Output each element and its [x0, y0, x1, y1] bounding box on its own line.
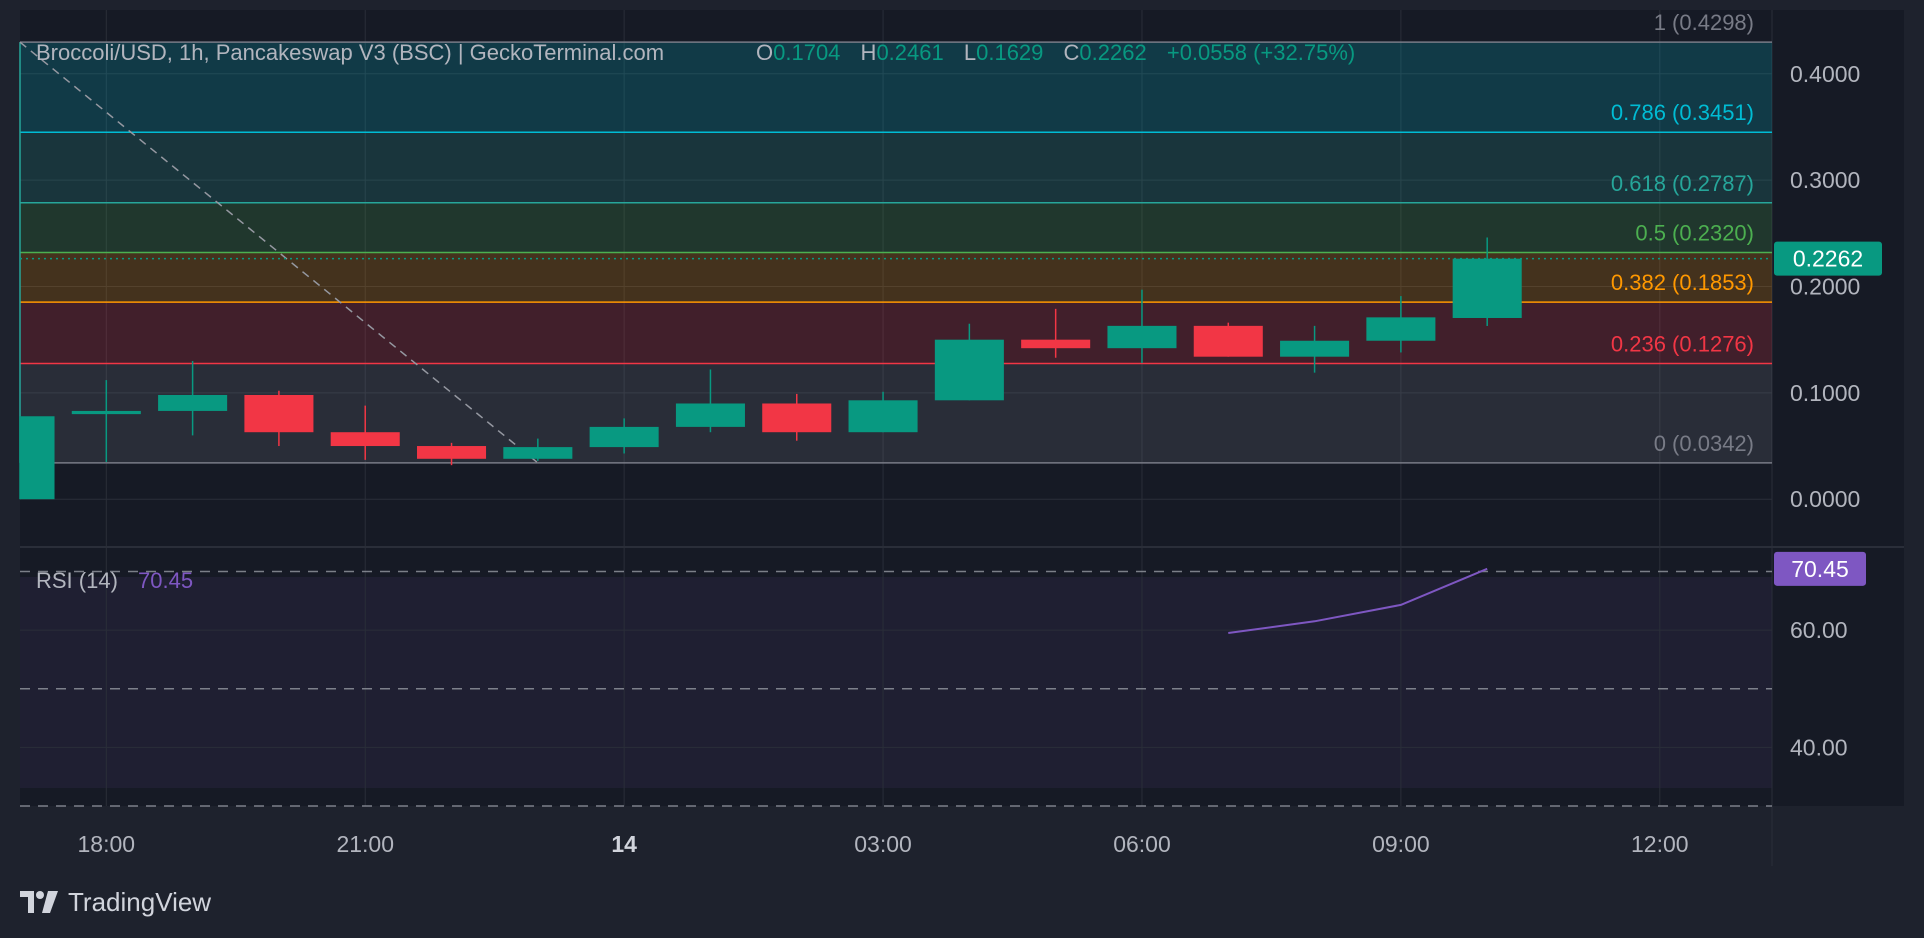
fib-zone — [20, 132, 1772, 203]
fib-level-label: 0 (0.0342) — [1654, 431, 1754, 456]
fib-zone — [20, 202, 1772, 253]
y-tick-label: 0.0000 — [1790, 486, 1860, 512]
rsi-tick-label: 40.00 — [1790, 734, 1848, 760]
candle-body — [330, 432, 400, 447]
tradingview-icon — [20, 889, 60, 915]
fib-level-label: 0.236 (0.1276) — [1611, 332, 1754, 357]
brand-name: TradingView — [68, 886, 212, 917]
y-tick-label: 0.1000 — [1790, 380, 1860, 406]
high-label: H — [861, 40, 877, 65]
candle-body — [1452, 258, 1522, 318]
y-tick-label: 0.2000 — [1790, 274, 1860, 300]
candle-body — [158, 394, 228, 411]
chart-title: Broccoli/USD, 1h, Pancakeswap V3 (BSC) |… — [36, 40, 664, 65]
chart-canvas[interactable]: 1 (0.4298) 0.786 (0.3451) 0.618 (0.2787) 0.… — [0, 0, 1924, 880]
rsi-legend-value: 70.45 — [138, 568, 193, 593]
low-label: L — [964, 40, 976, 65]
y-tick-label: 0.3000 — [1790, 167, 1860, 193]
rsi-title: RSI (14) — [36, 568, 118, 593]
candle-body — [417, 446, 487, 459]
fib-level-label: 0.382 (0.1853) — [1611, 270, 1754, 295]
candle-body — [503, 447, 573, 459]
x-tick-label: 21:00 — [336, 831, 394, 857]
fib-level-label: 0.786 (0.3451) — [1611, 100, 1754, 125]
time-axis-bg — [20, 806, 1904, 866]
candle-body — [1366, 317, 1436, 341]
candle-body — [20, 416, 55, 500]
current-price-label: 0.2262 — [1793, 246, 1863, 272]
tradingview-logo[interactable]: TradingView — [20, 884, 211, 920]
x-tick-label: 14 — [611, 831, 637, 857]
x-tick-label: 09:00 — [1372, 831, 1430, 857]
x-tick-label: 06:00 — [1113, 831, 1171, 857]
close-value: 0.2262 — [1079, 40, 1146, 65]
change-value: +0.0558 (+32.75%) — [1167, 40, 1355, 65]
chart-widget: 1 (0.4298) 0.786 (0.3451) 0.618 (0.2787) 0.… — [0, 0, 1924, 938]
candle-body — [1193, 325, 1263, 357]
fib-level-label: 0.618 (0.2787) — [1611, 171, 1754, 196]
rsi-tick-label: 60.00 — [1790, 617, 1848, 643]
x-tick-label: 12:00 — [1631, 831, 1689, 857]
fibonacci-retracement[interactable]: 1 (0.4298) 0.786 (0.3451) 0.618 (0.2787) 0.… — [19, 10, 1772, 464]
candle-body — [589, 426, 659, 448]
candle-body — [71, 410, 141, 415]
candle-body — [1280, 340, 1350, 357]
open-label: O — [756, 40, 773, 65]
candle-body — [675, 403, 745, 427]
x-tick-label: 03:00 — [854, 831, 912, 857]
candle-body — [1107, 325, 1177, 349]
rsi-band — [20, 577, 1772, 788]
candle-body — [244, 394, 314, 433]
close-label: C — [1064, 40, 1080, 65]
rsi-value-label: 70.45 — [1791, 556, 1849, 582]
low-value: 0.1629 — [976, 40, 1043, 65]
fib-level-label: 0.5 (0.2320) — [1635, 220, 1754, 245]
high-value: 0.2461 — [876, 40, 943, 65]
candle-body — [934, 339, 1004, 401]
open-value: 0.1704 — [773, 40, 840, 65]
candle-body — [1021, 339, 1091, 349]
rsi-legend: RSI (14) 70.45 — [36, 568, 193, 593]
y-tick-label: 0.4000 — [1790, 61, 1860, 87]
candle-body — [762, 403, 832, 433]
x-tick-label: 18:00 — [78, 831, 136, 857]
fib-level-label: 1 (0.4298) — [1654, 10, 1754, 35]
candle-body — [848, 400, 918, 433]
